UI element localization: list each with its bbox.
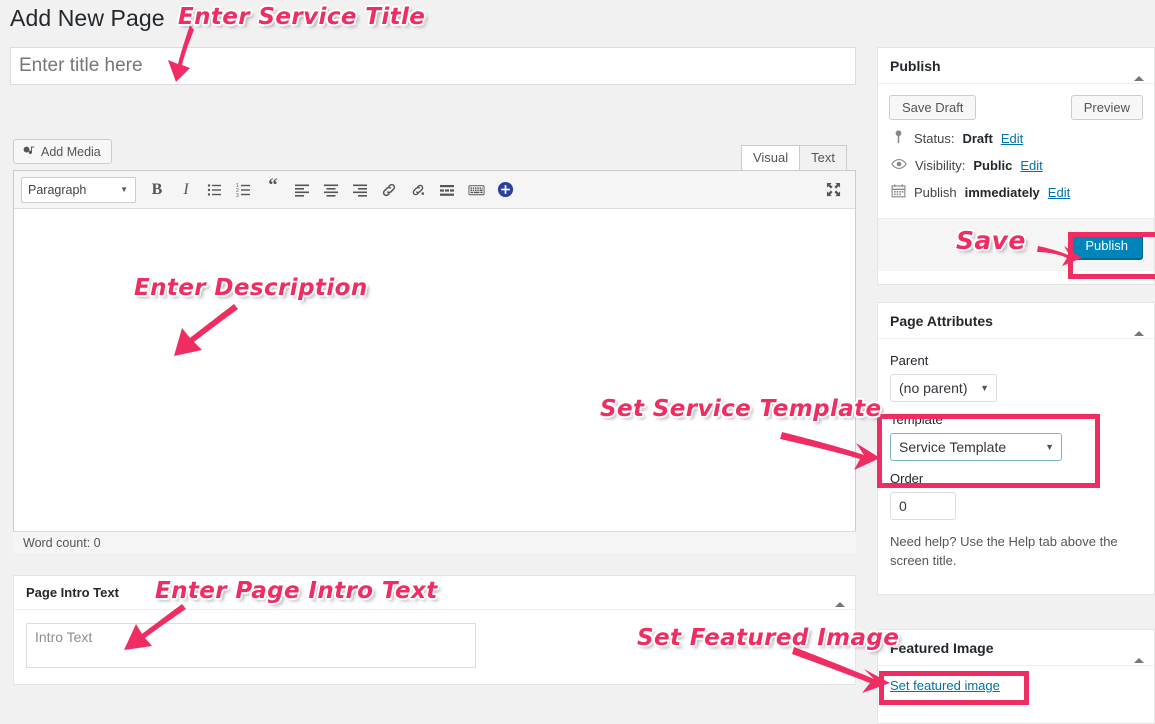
visibility-label: Visibility: bbox=[915, 158, 966, 173]
visibility-edit-link[interactable]: Edit bbox=[1020, 158, 1042, 173]
page-title: Add New Page bbox=[10, 5, 165, 31]
numbered-list-icon[interactable]: 1 2 3 bbox=[230, 177, 258, 203]
sidebar-column: Publish Save Draft Preview Status: Draft bbox=[877, 0, 1155, 724]
collapse-arrow-icon[interactable] bbox=[1134, 315, 1144, 336]
order-label: Order bbox=[890, 471, 924, 486]
page-attributes-title: Page Attributes bbox=[890, 312, 993, 329]
status-label: Status: bbox=[914, 131, 955, 146]
italic-icon[interactable]: I bbox=[172, 177, 200, 203]
page-attributes-help-text: Need help? Use the Help tab above the sc… bbox=[890, 534, 1118, 568]
schedule-value: immediately bbox=[964, 185, 1040, 200]
insert-link-icon[interactable] bbox=[375, 177, 403, 203]
visibility-value: Public bbox=[973, 158, 1013, 173]
publish-button[interactable]: Publish bbox=[1070, 231, 1143, 259]
title-field-wrapper bbox=[10, 47, 856, 85]
bold-icon[interactable]: B bbox=[143, 177, 171, 203]
save-draft-button[interactable]: Save Draft bbox=[889, 95, 977, 120]
add-media-button[interactable]: Add Media bbox=[13, 139, 112, 164]
word-count-status: Word count: 0 bbox=[13, 531, 856, 553]
order-input[interactable] bbox=[890, 492, 956, 520]
publish-panel: Publish Save Draft Preview Status: Draft bbox=[877, 47, 1155, 285]
intro-text-textarea[interactable] bbox=[26, 623, 476, 668]
page-intro-text-header[interactable]: Page Intro Text bbox=[14, 576, 855, 610]
page-attributes-body: Parent (no parent) ▼ Template Service Te… bbox=[878, 339, 1154, 584]
template-select-value: Service Template bbox=[899, 439, 1007, 455]
tab-text[interactable]: Text bbox=[799, 145, 847, 170]
align-center-icon[interactable] bbox=[317, 177, 345, 203]
eye-icon bbox=[891, 156, 907, 175]
featured-image-panel: Featured Image Set featured image bbox=[877, 629, 1155, 724]
bulleted-list-icon[interactable] bbox=[201, 177, 229, 203]
editor-toolbar: Paragraph ▼ B I 1 2 3 “ bbox=[14, 171, 855, 209]
status-edit-link[interactable]: Edit bbox=[1001, 131, 1023, 146]
fullscreen-icon[interactable] bbox=[819, 177, 847, 203]
schedule-row: Publish immediately Edit bbox=[891, 183, 1143, 202]
visibility-row: Visibility: Public Edit bbox=[891, 156, 1143, 175]
featured-image-title: Featured Image bbox=[890, 639, 994, 656]
remove-link-icon[interactable] bbox=[404, 177, 432, 203]
publish-panel-footer: Publish bbox=[878, 218, 1154, 271]
publish-panel-body: Save Draft Preview Status: Draft Edit Vi… bbox=[878, 84, 1154, 218]
content-editor: Paragraph ▼ B I 1 2 3 “ bbox=[13, 170, 856, 553]
publish-panel-title: Publish bbox=[890, 57, 941, 74]
set-featured-image-link[interactable]: Set featured image bbox=[890, 678, 1000, 693]
parent-select-value: (no parent) bbox=[899, 380, 968, 396]
chevron-down-icon: ▼ bbox=[120, 185, 128, 194]
parent-select[interactable]: (no parent) ▼ bbox=[890, 374, 997, 402]
editor-content-area[interactable] bbox=[14, 209, 855, 553]
preview-button[interactable]: Preview bbox=[1070, 95, 1143, 120]
format-select-value: Paragraph bbox=[28, 182, 87, 197]
post-title-input[interactable] bbox=[10, 47, 856, 85]
add-media-icon bbox=[22, 145, 36, 159]
format-select[interactable]: Paragraph ▼ bbox=[21, 176, 136, 203]
featured-image-header[interactable]: Featured Image bbox=[878, 630, 1154, 666]
parent-label: Parent bbox=[890, 353, 929, 368]
collapse-arrow-icon[interactable] bbox=[1134, 60, 1144, 81]
main-column: Add New Page Add Media Visual Text Parag… bbox=[0, 0, 857, 724]
page-intro-text-title: Page Intro Text bbox=[26, 585, 119, 600]
wordpress-add-new-page-screen: Add New Page Add Media Visual Text Parag… bbox=[0, 0, 1155, 724]
page-intro-text-metabox: Page Intro Text bbox=[13, 575, 856, 685]
blockquote-icon[interactable]: “ bbox=[259, 176, 287, 203]
svg-text:3: 3 bbox=[236, 193, 239, 198]
template-label: Template bbox=[890, 412, 943, 427]
keyboard-shortcuts-icon[interactable] bbox=[462, 177, 490, 203]
page-intro-text-body bbox=[14, 610, 855, 684]
collapse-arrow-icon[interactable] bbox=[1134, 642, 1144, 663]
editor-mode-tabs: Visual Text bbox=[740, 145, 847, 170]
chevron-down-icon: ▼ bbox=[980, 383, 989, 393]
chevron-down-icon: ▼ bbox=[1045, 442, 1054, 452]
status-row: Status: Draft Edit bbox=[891, 129, 1143, 148]
calendar-icon bbox=[891, 183, 906, 202]
template-select[interactable]: Service Template ▼ bbox=[890, 433, 1062, 461]
status-value: Draft bbox=[962, 131, 993, 146]
tab-visual[interactable]: Visual bbox=[740, 145, 801, 170]
pin-icon bbox=[891, 129, 906, 148]
publish-panel-header[interactable]: Publish bbox=[878, 48, 1154, 84]
align-left-icon[interactable] bbox=[288, 177, 316, 203]
publish-actions-row: Save Draft Preview bbox=[889, 95, 1143, 120]
featured-image-body: Set featured image bbox=[878, 666, 1154, 705]
schedule-label: Publish bbox=[914, 185, 957, 200]
collapse-arrow-icon[interactable] bbox=[835, 587, 845, 607]
page-attributes-panel: Page Attributes Parent (no parent) ▼ Tem… bbox=[877, 302, 1155, 595]
add-media-label: Add Media bbox=[41, 144, 101, 159]
align-right-icon[interactable] bbox=[346, 177, 374, 203]
schedule-edit-link[interactable]: Edit bbox=[1048, 185, 1070, 200]
page-attributes-header[interactable]: Page Attributes bbox=[878, 303, 1154, 339]
insert-read-more-icon[interactable] bbox=[433, 177, 461, 203]
toolbar-toggle-icon[interactable] bbox=[491, 177, 519, 203]
